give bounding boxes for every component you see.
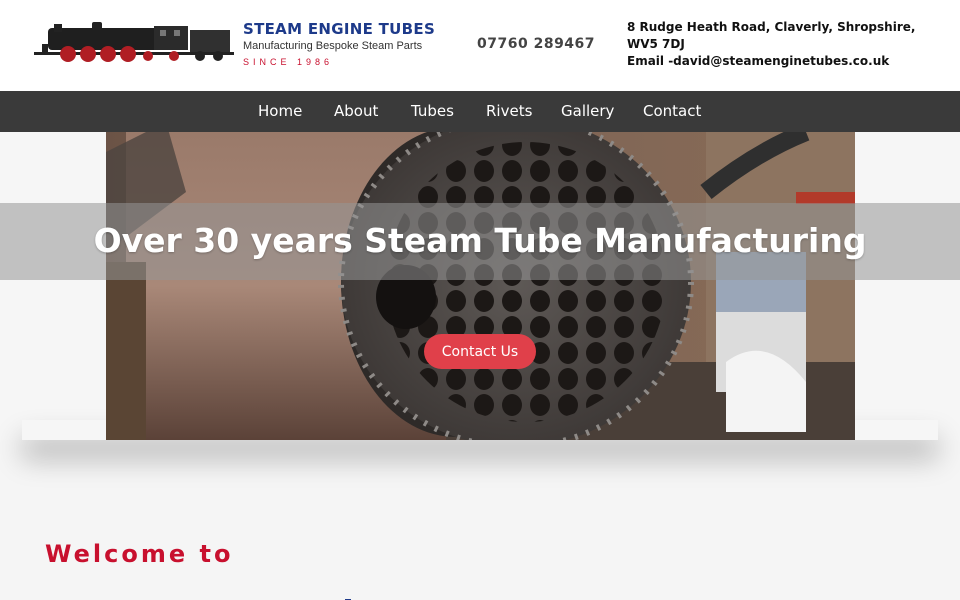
logo-since: SINCE 1986 xyxy=(243,57,334,67)
hero-title: Over 30 years Steam Tube Manufacturing xyxy=(93,221,867,260)
site-header: STEAM ENGINE TUBES Manufacturing Bespoke… xyxy=(0,0,960,91)
steam-locomotive-icon xyxy=(34,22,234,62)
contact-us-button[interactable]: Contact Us xyxy=(424,334,536,369)
nav-item-gallery[interactable]: Gallery xyxy=(561,102,614,120)
nav-item-home[interactable]: Home xyxy=(258,102,302,120)
main-nav: Home About Tubes Rivets Gallery Contact xyxy=(0,91,960,132)
hero-image xyxy=(106,132,855,440)
boiler-tube-plate-image xyxy=(106,132,855,440)
logo[interactable]: STEAM ENGINE TUBES Manufacturing Bespoke… xyxy=(34,18,436,70)
phone-number[interactable]: 07760 289467 xyxy=(477,36,595,52)
address: 8 Rudge Heath Road, Claverly, Shropshire… xyxy=(627,20,916,51)
nav-item-rivets[interactable]: Rivets xyxy=(486,102,532,120)
logo-title: STEAM ENGINE TUBES xyxy=(243,20,436,38)
nav-item-contact[interactable]: Contact xyxy=(643,102,701,120)
nav-item-tubes[interactable]: Tubes xyxy=(411,102,454,120)
email-link[interactable]: Email -david@steamenginetubes.co.uk xyxy=(627,54,889,68)
logo-subtitle: Manufacturing Bespoke Steam Parts xyxy=(243,40,423,52)
nav-item-about[interactable]: About xyxy=(334,102,378,120)
brand-heading-cropped xyxy=(45,590,365,600)
welcome-heading: Welcome to xyxy=(45,540,234,568)
